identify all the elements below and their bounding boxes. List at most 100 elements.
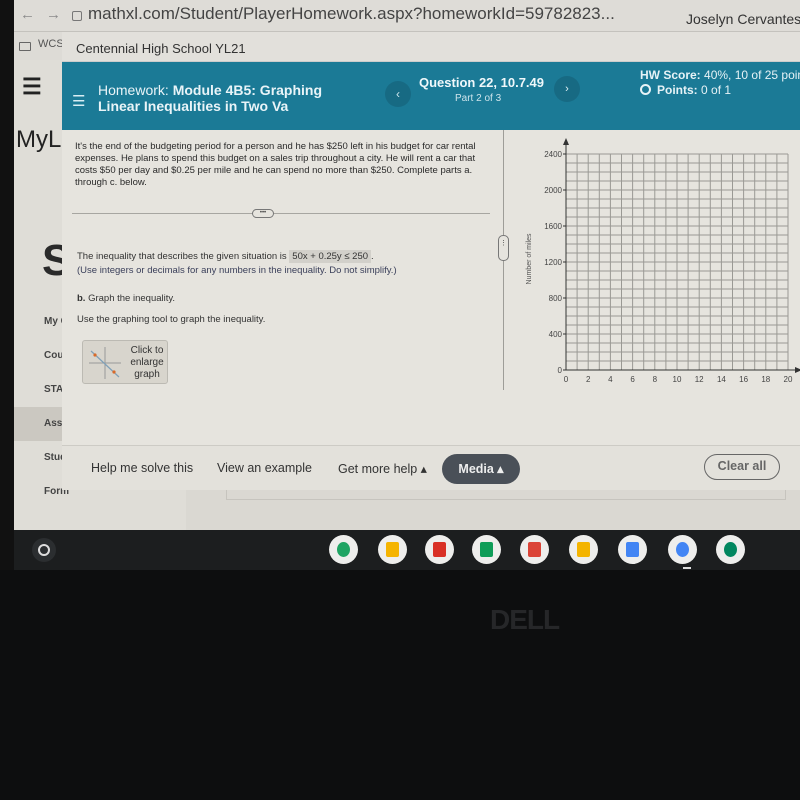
hw-score-label: HW Score: <box>640 68 701 82</box>
hw-score: HW Score: 40%, 10 of 25 poin <box>640 68 800 82</box>
panel-resize-handle[interactable]: ⋮ <box>498 235 509 261</box>
points: Points: 0 of 1 <box>640 83 731 97</box>
divider <box>72 213 490 214</box>
view-example-button[interactable]: View an example <box>217 461 312 475</box>
laptop-bezel <box>0 0 14 570</box>
launcher-icon <box>38 544 50 556</box>
y-tick-label: 2000 <box>544 186 562 195</box>
previous-question-button[interactable]: ‹ <box>385 81 411 107</box>
bookmark-folder-wcs[interactable]: WCS <box>38 38 64 50</box>
chevron-left-icon: ‹ <box>396 87 400 101</box>
help-me-solve-button[interactable]: Help me solve this <box>91 461 193 475</box>
inequality-prefix: The inequality that describes the given … <box>77 251 287 262</box>
homework-header: ☰ Homework: Module 4B5: Graphing Linear … <box>62 62 800 130</box>
x-tick-label: 2 <box>586 375 591 384</box>
x-tick-label: 0 <box>564 375 569 384</box>
x-tick-label: 4 <box>608 375 613 384</box>
screen: ← → mathxl.com/Student/PlayerHomework.as… <box>0 0 800 570</box>
shelf-app-google-drawings[interactable] <box>520 535 549 564</box>
shelf-app-google-drive[interactable] <box>329 535 358 564</box>
y-tick-label: 800 <box>549 294 563 303</box>
media-button[interactable]: Media ▴ <box>442 454 520 484</box>
google-sheets-icon <box>480 542 493 557</box>
school-name: Centennial High School YL21 <box>76 41 246 56</box>
google-drawings-icon <box>528 542 541 557</box>
dell-logo: DELL <box>490 604 560 635</box>
google-docs-icon <box>626 542 639 557</box>
points-value: 0 of 1 <box>701 83 732 97</box>
play-store-icon <box>724 542 737 557</box>
y-axis-label: Number of miles <box>526 233 533 284</box>
shelf-app-chrome[interactable] <box>668 535 697 564</box>
chrome-icon <box>676 542 689 557</box>
launcher-button[interactable] <box>32 538 56 562</box>
shelf-app-google-slides[interactable] <box>569 535 598 564</box>
os-shelf <box>14 530 800 570</box>
inequality-answer[interactable]: 50x + 0.25y ≤ 250 <box>289 250 372 263</box>
question-part: Part 2 of 3 <box>455 93 502 104</box>
user-name: Joselyn Cervantes <box>686 11 800 27</box>
y-tick-label: 2400 <box>544 150 562 159</box>
active-app-indicator <box>683 567 691 569</box>
get-more-help-button[interactable]: Get more help ▴ <box>338 461 427 476</box>
shelf-app-google-docs[interactable] <box>618 535 647 564</box>
coordinate-grid[interactable]: 0 2 4 6 8 10 12 14 16 18 20 0 400 800 1200 1600 2000 2400… <box>517 130 800 395</box>
x-axis-arrow <box>795 367 800 373</box>
inequality-statement: The inequality that describes the given … <box>77 250 374 263</box>
part-b-prompt: b. Graph the inequality. <box>77 293 175 304</box>
shelf-app-gmail[interactable] <box>425 535 454 564</box>
shelf-app-play-store[interactable] <box>716 535 745 564</box>
y-tick-label: 1200 <box>544 258 562 267</box>
x-tick-label: 14 <box>717 375 726 384</box>
y-tick-label: 400 <box>549 330 563 339</box>
expand-problem-button[interactable]: ••• <box>252 209 274 218</box>
chevron-right-icon: › <box>565 83 569 95</box>
next-question-button[interactable]: › <box>554 76 580 102</box>
page-info-icon[interactable] <box>72 11 82 21</box>
x-tick-label: 10 <box>673 375 682 384</box>
x-tick-label: 12 <box>695 375 704 384</box>
x-tick-label: 16 <box>739 375 748 384</box>
question-panel: It's the end of the budgeting period for… <box>62 130 800 445</box>
homework-school-bar: Centennial High School YL21 <box>62 32 800 62</box>
part-b-label: b. <box>77 293 86 304</box>
graph-area[interactable]: 0 2 4 6 8 10 12 14 16 18 20 0 400 800 1200 1600 2000 2400… <box>517 130 800 395</box>
homework-footer: Help me solve this View an example Get m… <box>62 445 800 490</box>
forward-arrow-icon[interactable]: → <box>46 6 61 23</box>
back-arrow-icon[interactable]: ← <box>20 6 35 23</box>
shelf-app-google-sheets[interactable] <box>472 535 501 564</box>
problem-statement: It's the end of the budgeting period for… <box>75 141 476 188</box>
google-drive-icon <box>337 542 350 557</box>
enlarge-graph-button[interactable]: Click to enlarge graph <box>82 340 168 384</box>
clear-all-button[interactable]: Clear all <box>704 454 780 480</box>
x-tick-label: 18 <box>761 375 770 384</box>
homework-title: Homework: Module 4B5: Graphing Linear In… <box>98 82 358 114</box>
inequality-suffix: . <box>371 251 374 262</box>
hamburger-menu-icon[interactable]: ☰ <box>22 74 42 100</box>
underlying-content-strip <box>186 490 800 530</box>
browser-toolbar: ← → mathxl.com/Student/PlayerHomework.as… <box>14 0 800 32</box>
underlying-content-box <box>226 490 786 500</box>
shelf-app-google-keep[interactable] <box>378 535 407 564</box>
enlarge-graph-label: Click to enlarge graph <box>130 345 164 380</box>
google-keep-icon <box>386 542 399 557</box>
hw-score-value: 40%, 10 of 25 poin <box>704 68 800 82</box>
y-tick-label: 1600 <box>544 222 562 231</box>
hamburger-menu-icon[interactable]: ☰ <box>72 92 85 110</box>
graph-instruction: Use the graphing tool to graph the inequ… <box>77 314 266 325</box>
question-title: Question 22, 10.7.49 <box>419 75 545 90</box>
x-tick-label: 20 <box>784 375 793 384</box>
y-axis-arrow <box>563 138 569 145</box>
points-status-circle-icon <box>640 84 651 95</box>
folder-icon <box>19 42 31 51</box>
mylab-logo: MyL <box>16 126 62 153</box>
inequality-instruction: (Use integers or decimals for any number… <box>77 265 397 276</box>
x-tick-label: 6 <box>630 375 635 384</box>
title-prefix: Homework: <box>98 82 169 98</box>
url-field[interactable]: mathxl.com/Student/PlayerHomework.aspx?h… <box>88 4 615 24</box>
gmail-icon <box>433 542 446 557</box>
points-label: Points: <box>657 83 698 97</box>
bookmarks-bar: WCS <box>14 32 64 60</box>
y-tick-label: 0 <box>558 366 563 375</box>
part-b-text: Graph the inequality. <box>88 293 176 304</box>
